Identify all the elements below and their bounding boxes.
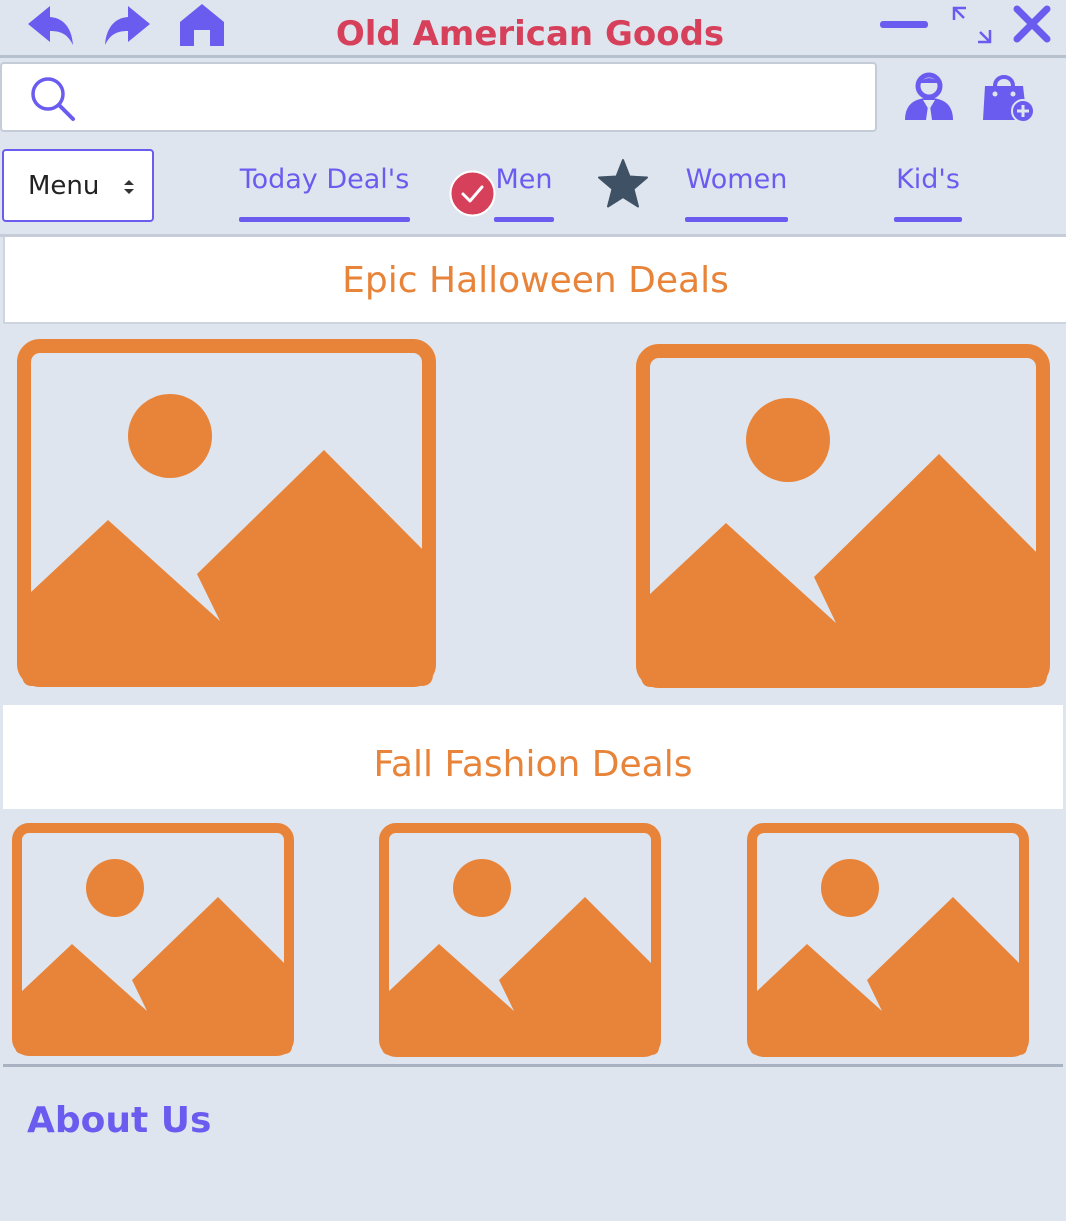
search-icon [31, 77, 75, 121]
user-account-icon[interactable] [903, 70, 955, 122]
menu-label: Menu [28, 171, 100, 201]
tab-underline [685, 217, 788, 222]
close-icon[interactable] [1012, 4, 1052, 44]
tab-kids[interactable]: Kid's [894, 160, 962, 222]
shopping-bag-add-icon[interactable] [981, 70, 1035, 122]
image-placeholder-icon[interactable] [746, 822, 1030, 1058]
tab-underline [239, 217, 410, 222]
tab-label: Kid's [896, 164, 960, 195]
search-input[interactable] [82, 72, 866, 124]
image-placeholder-icon[interactable] [11, 822, 295, 1057]
tab-label: Women [685, 164, 788, 195]
section-title-halloween: Epic Halloween Deals [3, 237, 1066, 324]
title-bar-divider [0, 55, 1066, 58]
image-placeholder-icon[interactable] [635, 343, 1051, 689]
about-us-link[interactable]: About Us [27, 1100, 211, 1141]
menu-select[interactable]: Menu [2, 149, 154, 222]
tab-underline [894, 217, 962, 222]
section-title-fall-fashion: Fall Fashion Deals [3, 705, 1063, 809]
image-placeholder-icon[interactable] [16, 338, 437, 688]
minimize-icon[interactable] [880, 15, 930, 35]
maximize-icon[interactable] [950, 4, 994, 46]
search-box[interactable] [0, 62, 877, 132]
image-placeholder-icon[interactable] [378, 822, 662, 1058]
tab-label: Men [495, 164, 553, 195]
tab-men[interactable]: Men [494, 160, 554, 222]
tab-today-deals[interactable]: Today Deal's [239, 160, 410, 222]
footer-divider [3, 1064, 1063, 1067]
star-icon[interactable] [596, 158, 650, 210]
check-circle-icon [449, 170, 496, 217]
tab-label: Today Deal's [239, 164, 410, 195]
tab-women[interactable]: Women [685, 160, 788, 222]
select-caret-icon [124, 180, 134, 194]
tab-underline [494, 217, 554, 222]
